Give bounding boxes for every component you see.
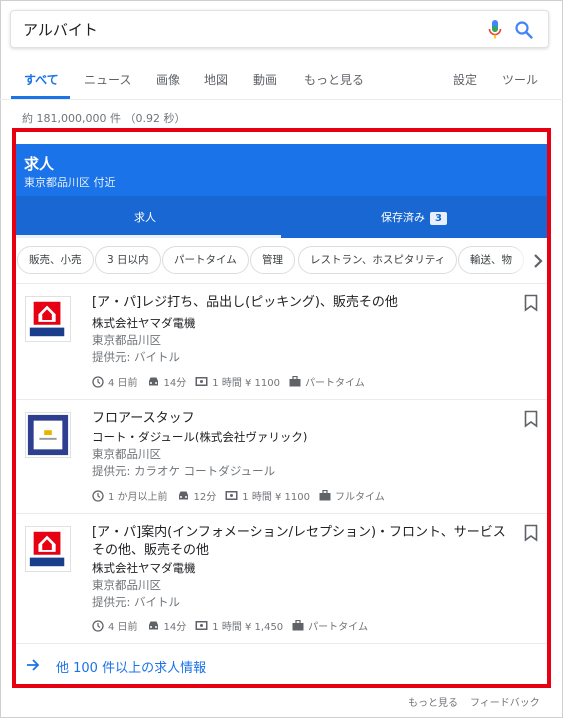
tab-news[interactable]: ニュース [84, 71, 131, 88]
search-icon[interactable] [514, 20, 534, 40]
tab-images[interactable]: 画像 [156, 71, 180, 88]
search-box[interactable]: アルバイト [10, 10, 549, 48]
active-tab-indicator [11, 96, 70, 99]
search-tabs: すべて ニュース 画像 地図 動画 もっと見る 設定 ツール [0, 60, 563, 100]
tab-settings[interactable]: 設定 [453, 71, 477, 88]
tab-videos[interactable]: 動画 [253, 71, 277, 88]
tab-more[interactable]: もっと見る [304, 71, 364, 88]
footer-feedback-link[interactable]: フィードバック [470, 694, 540, 709]
result-stats: 約 181,000,000 件 （0.92 秒） [22, 112, 186, 125]
tab-all[interactable]: すべて [24, 71, 59, 88]
tab-maps[interactable]: 地図 [204, 71, 228, 88]
microphone-icon[interactable] [488, 20, 502, 40]
search-input[interactable]: アルバイト [23, 19, 98, 40]
highlight-box [12, 128, 551, 688]
footer-more-link[interactable]: もっと見る [408, 694, 458, 709]
tab-tools[interactable]: ツール [502, 71, 538, 88]
